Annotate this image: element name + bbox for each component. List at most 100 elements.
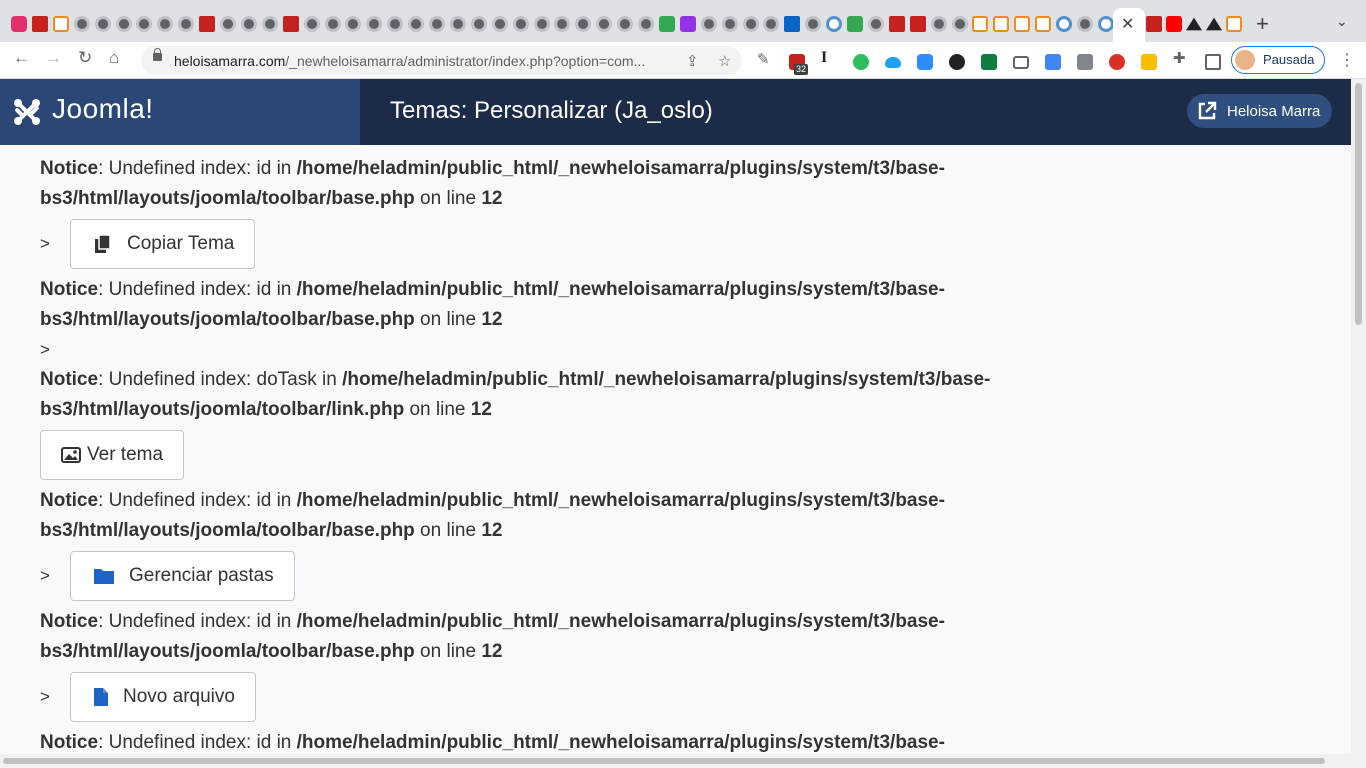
tab-favicon[interactable] <box>679 16 696 32</box>
tab-search-icon[interactable]: ⌄ <box>1336 13 1348 30</box>
b-extension-icon[interactable] <box>1141 54 1157 70</box>
file-icon <box>94 687 108 706</box>
tab-favicon[interactable] <box>596 16 613 32</box>
vertical-scrollbar[interactable] <box>1351 79 1366 754</box>
tab-favicon[interactable] <box>1076 16 1093 32</box>
tab-favicon[interactable] <box>658 16 675 32</box>
tab-favicon[interactable] <box>847 16 863 32</box>
tab-favicon[interactable] <box>867 16 884 32</box>
tab-favicon[interactable] <box>805 16 822 32</box>
view-theme-button[interactable]: Ver tema <box>40 429 185 480</box>
tab-favicon[interactable] <box>220 16 236 32</box>
download-ext-icon[interactable] <box>1109 54 1125 70</box>
tab-favicon[interactable] <box>115 16 132 32</box>
camera-icon[interactable] <box>1013 56 1029 69</box>
browser-menu-icon[interactable]: ⋮ <box>1339 50 1355 70</box>
puzzle-ext-icon[interactable] <box>1077 54 1093 70</box>
tab-favicon[interactable] <box>73 16 90 32</box>
profile-button[interactable]: Pausada <box>1231 46 1325 74</box>
bookmark-star-icon[interactable]: ☆ <box>718 52 731 70</box>
home-icon[interactable]: ⌂ <box>109 48 119 68</box>
tab-favicon[interactable] <box>282 16 299 32</box>
horizontal-scroll-thumb[interactable] <box>3 758 1325 764</box>
tab-favicon[interactable] <box>972 16 989 32</box>
excel-icon[interactable] <box>981 54 997 70</box>
tab-favicon[interactable] <box>366 16 383 32</box>
address-bar[interactable]: heloisamarra.com/_newheloisamarra/admini… <box>141 46 742 75</box>
tab-favicon[interactable] <box>784 16 801 32</box>
tab-favicon[interactable] <box>449 16 466 32</box>
tab-favicon[interactable] <box>742 16 759 32</box>
tab-favicon[interactable] <box>199 16 216 32</box>
tab-favicon[interactable] <box>554 16 571 32</box>
tab-favicon[interactable] <box>470 16 487 32</box>
tab-favicon[interactable] <box>1166 16 1182 32</box>
tab-favicon[interactable] <box>387 16 404 32</box>
tab-favicon[interactable] <box>157 16 174 32</box>
tab-favicon[interactable] <box>721 16 738 32</box>
tab-favicon[interactable] <box>429 16 445 32</box>
user-name: Heloisa Marra <box>1227 103 1321 120</box>
tab-favicon[interactable] <box>617 16 634 32</box>
tab-favicon[interactable] <box>491 16 508 32</box>
tab-favicon[interactable] <box>345 16 362 32</box>
tab-favicon[interactable] <box>94 16 111 32</box>
extensions-icon[interactable]: ✚ <box>1173 49 1189 67</box>
tab-favicon[interactable] <box>1097 16 1114 32</box>
tab-favicon[interactable] <box>1226 16 1242 32</box>
tab-favicon[interactable] <box>1056 16 1072 32</box>
tab-favicon[interactable] <box>31 16 48 32</box>
cloud-icon[interactable] <box>885 57 901 68</box>
reload-icon[interactable]: ↻ <box>78 48 92 68</box>
eyedropper-icon[interactable]: ✎ <box>757 50 773 68</box>
zoom-icon[interactable] <box>917 54 933 70</box>
tab-favicon[interactable] <box>324 16 341 32</box>
share-icon[interactable]: ⇪ <box>686 52 699 70</box>
tab-favicon[interactable] <box>1186 17 1202 31</box>
php-notice: Notice: Undefined index: id in /home/hel… <box>40 490 945 541</box>
tab-favicon[interactable] <box>1206 17 1222 31</box>
user-menu-button[interactable]: Heloisa Marra <box>1187 94 1332 128</box>
lock-icon[interactable] <box>153 48 162 61</box>
new-tab-button[interactable]: + <box>1256 11 1269 37</box>
tab-favicon[interactable] <box>261 16 278 32</box>
tab-favicon[interactable] <box>575 16 592 32</box>
tab-favicon[interactable] <box>178 16 195 32</box>
tab-favicon[interactable] <box>993 16 1010 32</box>
evernote-icon[interactable] <box>853 54 869 70</box>
vertical-scroll-thumb[interactable] <box>1355 83 1362 325</box>
tab-favicon[interactable] <box>512 16 529 32</box>
instapaper-icon[interactable]: I <box>821 49 837 66</box>
tab-favicon[interactable] <box>700 16 717 32</box>
joomla-logo[interactable]: Joomla! <box>0 79 360 145</box>
tab-favicon[interactable] <box>763 16 780 32</box>
tab-favicon[interactable] <box>52 16 69 32</box>
side-panel-icon[interactable] <box>1205 54 1221 70</box>
tab-favicon[interactable] <box>533 16 550 32</box>
tab-favicon[interactable] <box>1014 16 1031 32</box>
tab-favicon[interactable] <box>638 16 654 32</box>
manage-folders-button[interactable]: Gerenciar pastas <box>70 550 295 601</box>
tab-favicon[interactable] <box>1035 16 1052 32</box>
url-text[interactable]: heloisamarra.com/_newheloisamarra/admini… <box>174 53 679 69</box>
horizontal-scrollbar[interactable] <box>0 754 1366 768</box>
tab-manager-icon[interactable] <box>1045 54 1061 70</box>
toolbar-row: Ver tema <box>40 429 1040 480</box>
forward-icon[interactable]: → <box>45 48 62 68</box>
tab-favicon[interactable] <box>909 16 926 32</box>
tab-favicon[interactable] <box>826 16 843 32</box>
new-file-button[interactable]: Novo arquivo <box>70 671 256 722</box>
tab-favicon[interactable] <box>408 16 425 32</box>
tab-favicon[interactable] <box>303 16 320 32</box>
tab-favicon[interactable] <box>951 16 968 32</box>
tab-close-icon[interactable]: ✕ <box>1121 14 1134 34</box>
tab-favicon[interactable] <box>136 16 153 32</box>
tab-favicon[interactable] <box>11 16 27 32</box>
k-extension-icon[interactable] <box>949 54 965 70</box>
tab-favicon[interactable] <box>240 16 257 32</box>
tab-favicon[interactable] <box>888 16 905 32</box>
tab-favicon[interactable] <box>930 16 947 32</box>
tab-favicon[interactable] <box>1146 16 1162 32</box>
copy-theme-button[interactable]: Copiar Tema <box>70 218 256 269</box>
back-icon[interactable]: ← <box>13 48 30 68</box>
